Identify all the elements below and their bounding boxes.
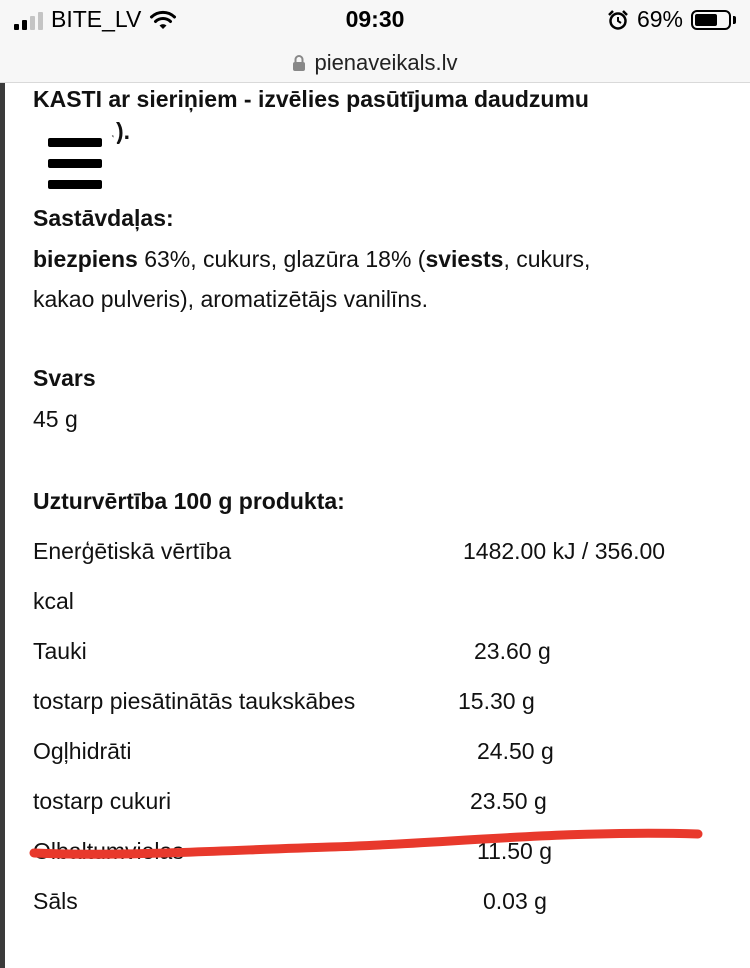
- red-annotation-stroke: [29, 828, 703, 859]
